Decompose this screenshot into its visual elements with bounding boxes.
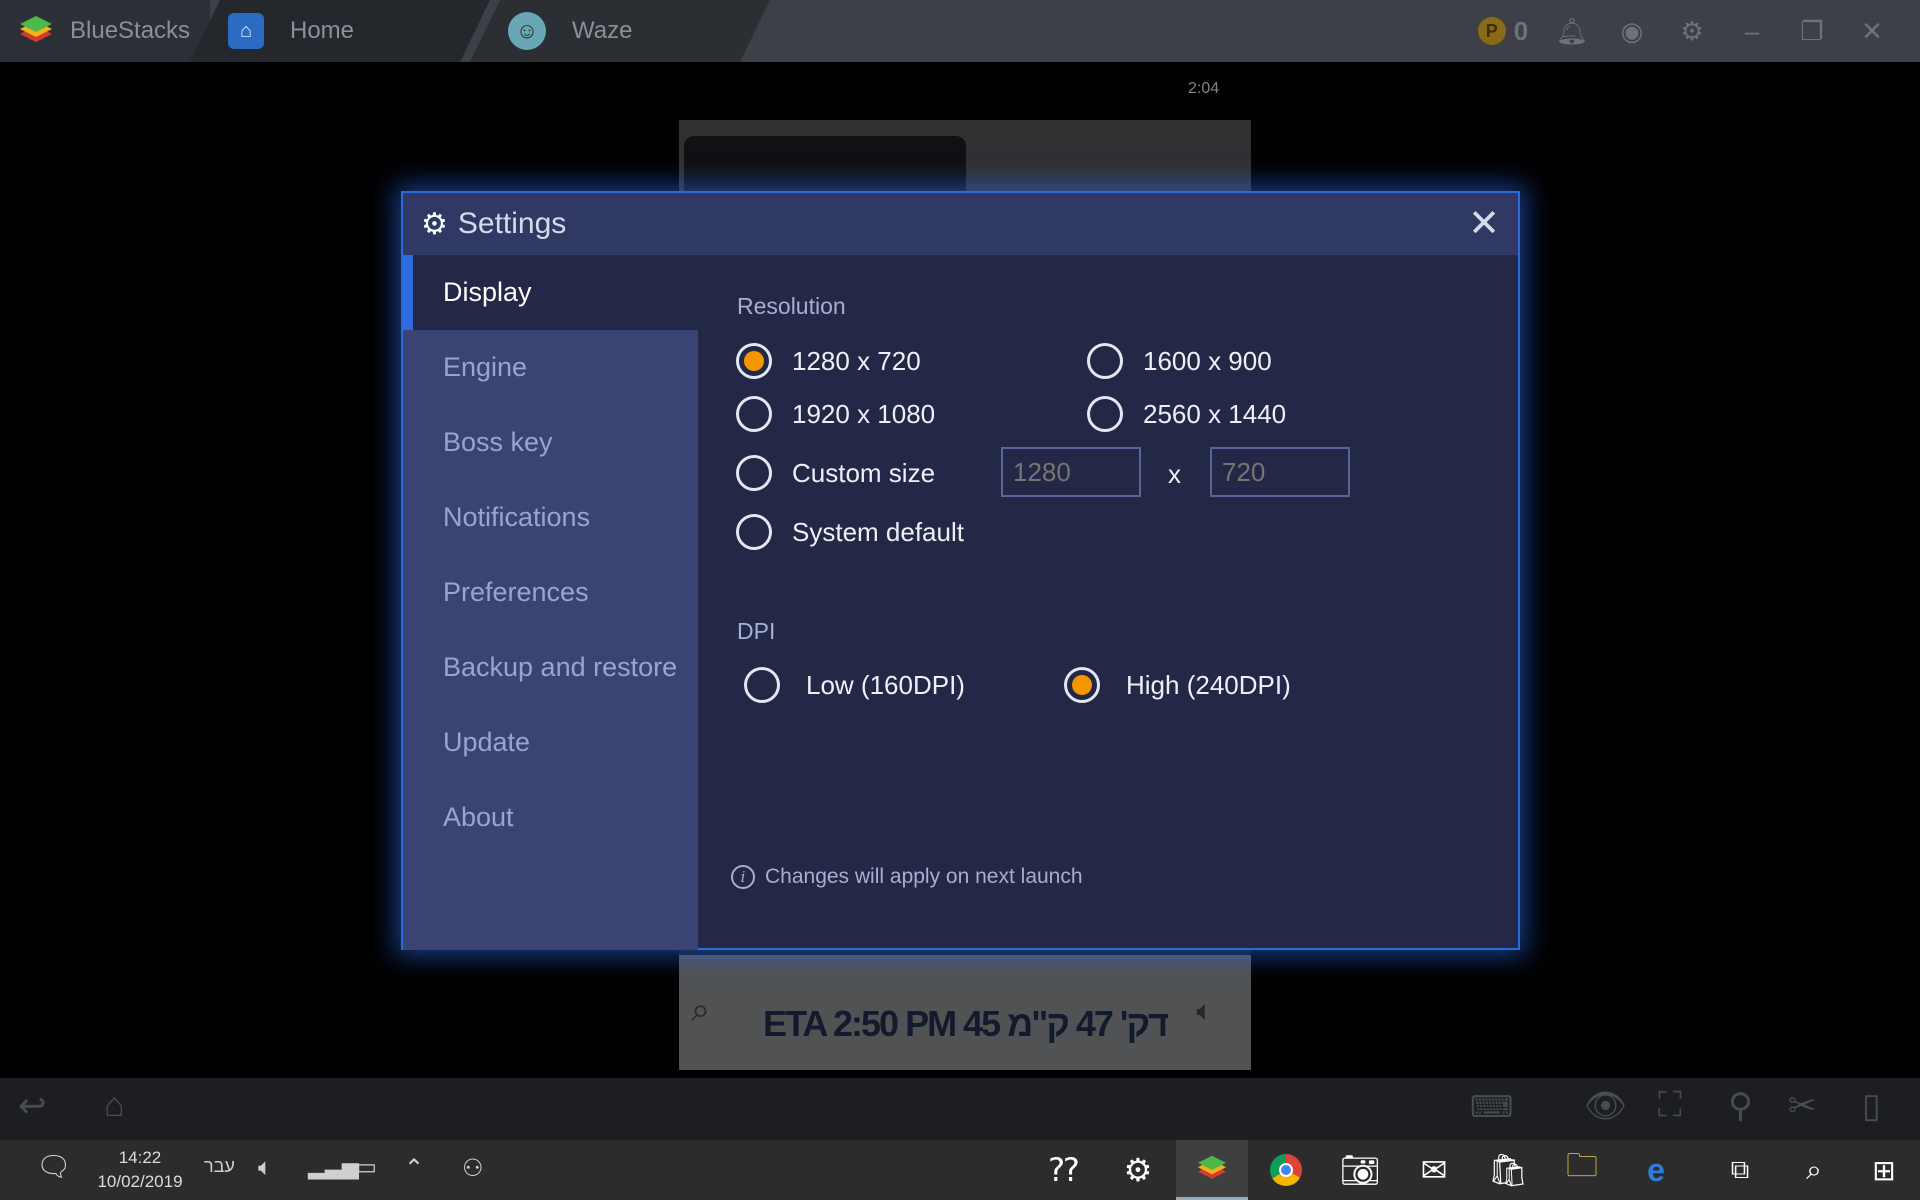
custom-size-separator: x xyxy=(1168,459,1181,489)
radio-button[interactable] xyxy=(1087,396,1123,432)
sidebar-item-about[interactable]: About xyxy=(403,780,698,855)
sidebar-item-display[interactable]: Display xyxy=(403,255,698,330)
chrome-icon[interactable] xyxy=(1250,1140,1322,1200)
bluestacks-brand: BlueStacks xyxy=(0,0,210,62)
resolution-option-label: System default xyxy=(792,516,964,547)
coin-icon: P xyxy=(1477,17,1506,45)
waze-icon: ☺ xyxy=(508,12,546,50)
radio-button[interactable] xyxy=(744,667,780,703)
bluestacks-taskbar-icon[interactable] xyxy=(1176,1140,1248,1200)
edge-icon[interactable]: e xyxy=(1620,1140,1692,1200)
tab-waze[interactable]: ☺ Waze xyxy=(470,0,770,62)
input-language[interactable]: עבר xyxy=(204,1156,235,1177)
coin-count: 0 xyxy=(1513,15,1529,46)
system-clock[interactable]: 14:22 10/02/2019 xyxy=(90,1146,190,1194)
resolution-option-label: 1600 x 900 xyxy=(1143,345,1272,376)
settings-sidebar: Display Engine Boss key Notifications Pr… xyxy=(403,255,698,950)
coins-button[interactable]: P 0 xyxy=(1464,0,1542,62)
resolution-option-system-default[interactable]: System default xyxy=(736,514,964,550)
restart-notice-text: Changes will apply on next launch xyxy=(765,865,1083,888)
volume-icon[interactable]: 🔈︎ xyxy=(258,1154,272,1182)
settings-header: ⚙ Settings ✕ xyxy=(403,193,1518,255)
sidebar-item-backup-and-restore[interactable]: Backup and restore xyxy=(403,630,698,705)
radio-button[interactable] xyxy=(1064,667,1100,703)
brand-name: BlueStacks xyxy=(70,17,191,44)
gear-icon[interactable]: ⚙ xyxy=(1662,0,1722,62)
clock-time: 14:22 xyxy=(118,1148,162,1167)
tab-waze-label: Waze xyxy=(572,17,633,44)
tab-home-label: Home xyxy=(290,17,355,44)
feedback-hub-icon[interactable]: ⁇ xyxy=(1028,1140,1100,1200)
custom-height-input[interactable] xyxy=(1210,447,1350,497)
windows-taskbar: 🗨︎ 14:22 10/02/2019 עבר 🔈︎ ▂▃▅ ▭ ⌃ ⚇ ⁇ ⚙… xyxy=(0,1140,1920,1200)
resolution-option-label: 1280 x 720 xyxy=(792,345,921,376)
resolution-option-1920x1080[interactable]: 1920 x 1080 xyxy=(736,396,935,432)
chevron-up-icon[interactable]: ⌃ xyxy=(404,1154,424,1183)
minimize-icon[interactable]: – xyxy=(1722,0,1782,62)
battery-icon[interactable]: ▭ xyxy=(356,1154,377,1180)
radio-button[interactable] xyxy=(736,343,772,379)
network-icon[interactable]: ▂▃▅ xyxy=(308,1154,359,1180)
info-icon: i xyxy=(731,865,755,889)
dpi-option-label: Low (160DPI) xyxy=(806,669,965,700)
resolution-label: Resolution xyxy=(737,293,846,319)
custom-width-input[interactable] xyxy=(1001,447,1141,497)
gear-icon: ⚙ xyxy=(421,207,448,241)
settings-app-icon[interactable]: ⚙ xyxy=(1102,1140,1174,1200)
settings-title: Settings xyxy=(457,207,567,240)
task-view-icon[interactable]: ⧉ xyxy=(1704,1140,1776,1200)
settings-dialog: ⚙ Settings ✕ Display Engine Boss key Not… xyxy=(401,191,1520,950)
home-icon: ⌂ xyxy=(228,13,264,49)
sidebar-item-boss-key[interactable]: Boss key xyxy=(403,405,698,480)
resolution-option-custom-size[interactable]: Custom size xyxy=(736,455,935,491)
restore-icon[interactable]: ❐ xyxy=(1782,0,1842,62)
display-settings-panel: Resolution 1280 x 720 1600 x 900 1920 x … xyxy=(698,255,1520,950)
tab-home[interactable]: ⌂ Home xyxy=(190,0,490,62)
resolution-option-1600x900[interactable]: 1600 x 900 xyxy=(1087,343,1272,379)
bluestacks-logo-icon xyxy=(20,16,52,42)
dpi-option-high[interactable]: High (240DPI) xyxy=(1064,667,1291,703)
file-explorer-icon[interactable]: 🗀 xyxy=(1546,1140,1618,1200)
close-window-icon[interactable]: ✕ xyxy=(1842,0,1902,62)
sidebar-item-update[interactable]: Update xyxy=(403,705,698,780)
dpi-option-low[interactable]: Low (160DPI) xyxy=(744,667,965,703)
search-icon[interactable]: ⌕ xyxy=(1778,1140,1850,1200)
dpi-option-label: High (240DPI) xyxy=(1126,669,1291,700)
action-center-icon[interactable]: 🗨︎ xyxy=(36,1150,72,1183)
radio-button[interactable] xyxy=(736,455,772,491)
sidebar-item-notifications[interactable]: Notifications xyxy=(403,480,698,555)
restart-notice: i Changes will apply on next launch xyxy=(731,865,1083,889)
title-bar-controls: P 0 🔔︎ ◉ ⚙ – ❐ ✕ xyxy=(1464,0,1920,62)
resolution-option-1280x720[interactable]: 1280 x 720 xyxy=(736,343,921,379)
radio-button[interactable] xyxy=(1087,343,1123,379)
resolution-option-label: 2560 x 1440 xyxy=(1143,398,1287,429)
dpi-label: DPI xyxy=(737,618,776,644)
radio-button[interactable] xyxy=(736,396,772,432)
clock-date: 10/02/2019 xyxy=(97,1172,183,1191)
account-icon[interactable]: ◉ xyxy=(1602,0,1662,62)
bluestacks-logo-icon xyxy=(1197,1155,1227,1179)
start-icon[interactable]: ⊞ xyxy=(1848,1140,1920,1200)
resolution-option-2560x1440[interactable]: 2560 x 1440 xyxy=(1087,396,1286,432)
close-icon[interactable]: ✕ xyxy=(1464,203,1504,245)
store-icon[interactable]: 🛍︎ xyxy=(1472,1140,1544,1200)
sidebar-item-engine[interactable]: Engine xyxy=(403,330,698,405)
radio-button[interactable] xyxy=(736,514,772,550)
camera-icon[interactable]: 📷︎ xyxy=(1324,1140,1396,1200)
resolution-option-label: 1920 x 1080 xyxy=(792,398,936,429)
resolution-option-label: Custom size xyxy=(792,457,936,488)
mail-icon[interactable]: ✉ xyxy=(1398,1140,1470,1200)
window-title-bar: BlueStacks ⌂ Home ☺ Waze P 0 🔔︎ ◉ ⚙ – ❐ … xyxy=(0,0,1920,62)
people-icon[interactable]: ⚇ xyxy=(462,1154,484,1183)
notification-bell-icon[interactable]: 🔔︎ xyxy=(1542,0,1602,62)
sidebar-item-preferences[interactable]: Preferences xyxy=(403,555,698,630)
